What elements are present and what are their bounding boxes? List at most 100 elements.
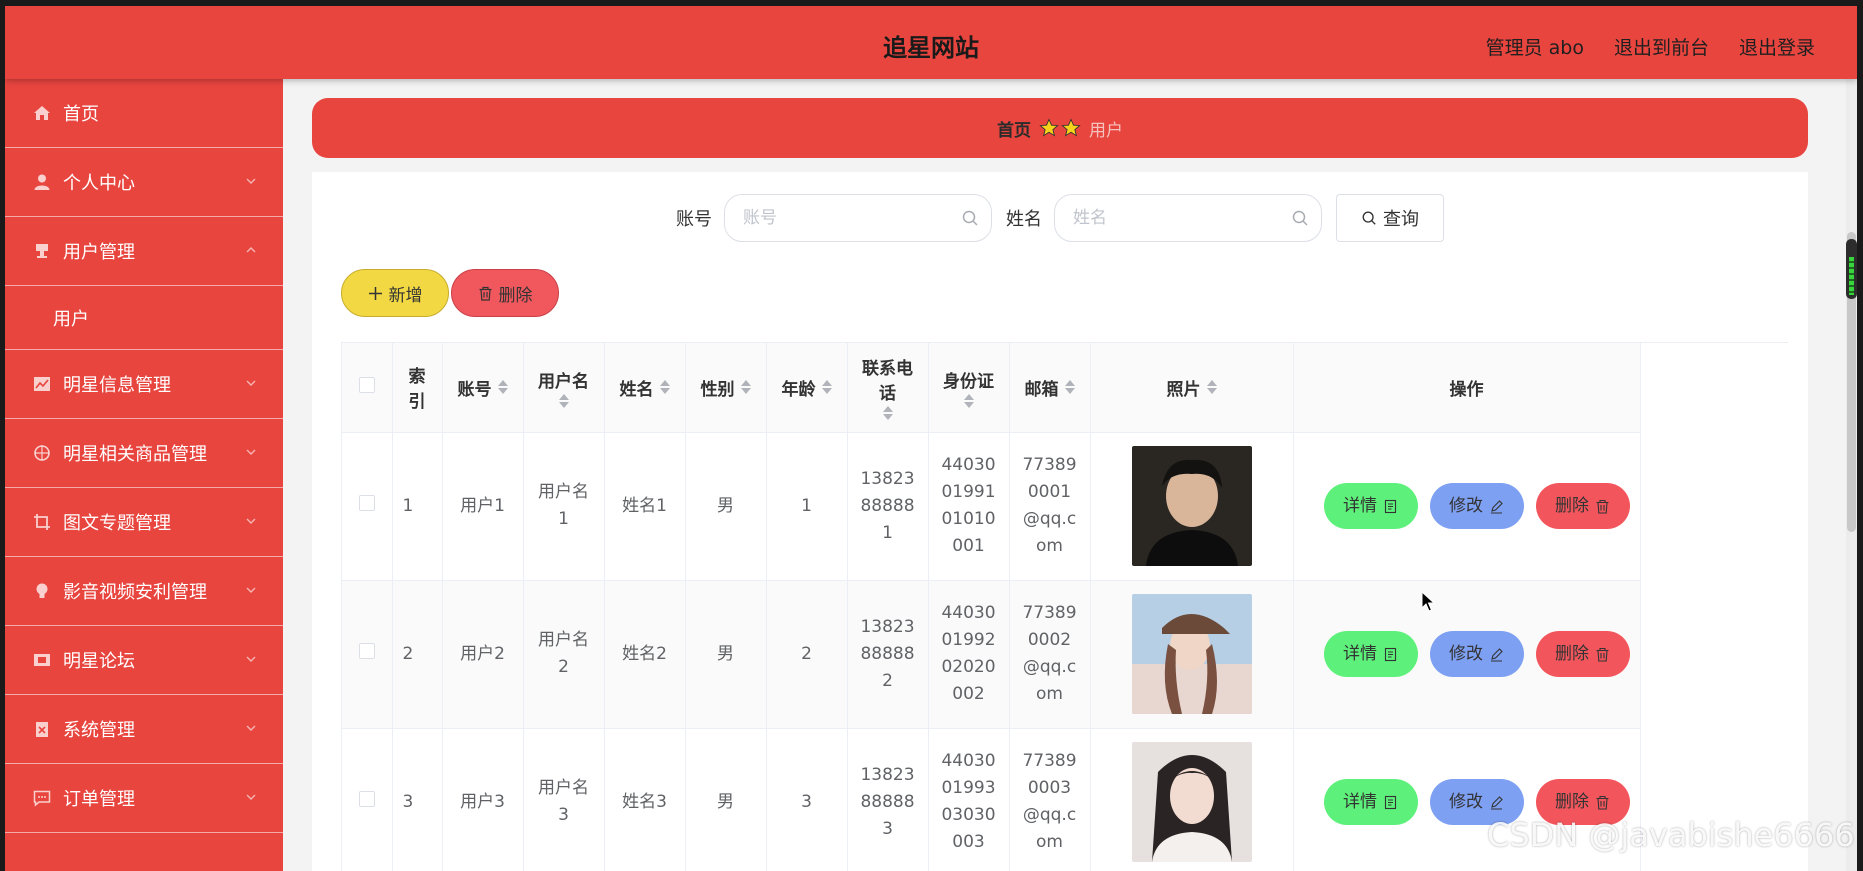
row-actions: 详情 修改 删除 xyxy=(1304,631,1630,677)
row-delete-button[interactable]: 删除 xyxy=(1535,483,1630,529)
sort-icon[interactable] xyxy=(1064,380,1075,395)
sidebar-item-forum[interactable]: 明星论坛 xyxy=(5,626,283,695)
sidebar-item-label: 系统管理 xyxy=(63,720,135,741)
select-all-checkbox[interactable] xyxy=(358,376,375,393)
row-checkbox[interactable] xyxy=(358,790,375,807)
column-header-account[interactable]: 账号 xyxy=(442,343,524,433)
exit-to-front-link[interactable]: 退出到前台 xyxy=(1614,33,1709,60)
cell-index: 1 xyxy=(392,432,443,581)
compass-icon xyxy=(33,444,51,462)
sidebar-item-label: 图文专题管理 xyxy=(63,513,171,534)
detail-button[interactable]: 详情 xyxy=(1323,631,1418,677)
trash-icon xyxy=(1596,647,1609,662)
account-search-field xyxy=(724,194,992,242)
add-button[interactable]: 新增 xyxy=(341,269,449,317)
batch-delete-button[interactable]: 删除 xyxy=(451,269,559,317)
app-window: 追星网站 管理员 abo 退出到前台 退出登录 首页 个人中心 用户管理 用户 … xyxy=(5,6,1857,871)
top-header: 追星网站 管理员 abo 退出到前台 退出登录 xyxy=(5,6,1857,79)
column-header-index: 索引 xyxy=(392,343,443,433)
column-header-gender[interactable]: 性别 xyxy=(685,343,767,433)
detail-button[interactable]: 详情 xyxy=(1323,483,1418,529)
column-header-email[interactable]: 邮箱 xyxy=(1009,343,1091,433)
sort-icon[interactable] xyxy=(740,380,751,395)
sort-icon[interactable] xyxy=(882,406,893,421)
sidebar-item-star-info[interactable]: 明星信息管理 xyxy=(5,350,283,419)
detail-button[interactable]: 详情 xyxy=(1323,779,1418,825)
user-table: 索引 账号 用户名 姓名 性别 年龄 联系电话 身份证 邮箱 照片 操作 1 用… xyxy=(341,342,1788,871)
cell-age: 2 xyxy=(766,580,848,729)
edit-button[interactable]: 修改 xyxy=(1429,631,1524,677)
user-photo[interactable] xyxy=(1131,446,1252,566)
plus-icon xyxy=(368,286,382,300)
search-icon xyxy=(962,210,978,226)
podium-icon xyxy=(33,242,51,260)
sort-icon[interactable] xyxy=(963,393,974,408)
breadcrumb-separator xyxy=(1039,118,1081,138)
content-panel: 账号 姓名 查询 新增 xyxy=(312,172,1808,871)
star-icon xyxy=(1039,118,1059,137)
column-header-age[interactable]: 年龄 xyxy=(766,343,848,433)
row-checkbox[interactable] xyxy=(358,642,375,659)
chevron-down-icon xyxy=(246,518,256,524)
sort-icon[interactable] xyxy=(821,380,832,395)
edit-button[interactable]: 修改 xyxy=(1429,483,1524,529)
page-scrollbar[interactable] xyxy=(1846,79,1857,871)
sort-icon[interactable] xyxy=(558,393,569,408)
cell-email: 773890001@qq.com xyxy=(1009,432,1091,581)
breadcrumb-current: 用户 xyxy=(1089,120,1123,141)
row-checkbox[interactable] xyxy=(358,494,375,511)
column-header-phone[interactable]: 联系电话 xyxy=(847,343,929,433)
chat-icon xyxy=(33,789,51,807)
cell-phone: 13823888881 xyxy=(847,432,929,581)
sort-icon[interactable] xyxy=(1206,380,1217,395)
sort-icon[interactable] xyxy=(497,380,508,395)
sidebar-item-orders[interactable]: 订单管理 xyxy=(5,764,283,833)
cell-username: 用户名1 xyxy=(523,432,605,581)
cell-email: 773890002@qq.com xyxy=(1009,580,1091,729)
column-header-id-card[interactable]: 身份证 xyxy=(928,343,1010,433)
chevron-down-icon xyxy=(246,587,256,593)
pencil-icon xyxy=(1491,499,1503,514)
sidebar-item-star-products[interactable]: 明星相关商品管理 xyxy=(5,419,283,488)
sidebar-item-topics[interactable]: 图文专题管理 xyxy=(5,488,283,557)
document-icon xyxy=(1384,647,1397,661)
sidebar-item-label: 明星信息管理 xyxy=(63,375,171,396)
batch-delete-button-label: 删除 xyxy=(498,285,533,306)
column-header-username[interactable]: 用户名 xyxy=(523,343,605,433)
sidebar-item-home[interactable]: 首页 xyxy=(5,79,283,148)
admin-username: 管理员 abo xyxy=(1485,37,1584,59)
sidebar-subitem-users[interactable]: 用户 xyxy=(5,286,283,350)
sort-icon[interactable] xyxy=(659,380,670,395)
sidebar-item-label: 用户管理 xyxy=(63,242,135,263)
cell-username: 用户名2 xyxy=(523,580,605,729)
sidebar-item-video-recommend[interactable]: 影音视频安利管理 xyxy=(5,557,283,626)
breadcrumb-home[interactable]: 首页 xyxy=(997,116,1031,141)
cell-name: 姓名3 xyxy=(604,728,686,871)
sidebar-item-system[interactable]: 系统管理 xyxy=(5,695,283,764)
sidebar-menu: 首页 个人中心 用户管理 用户 明星信息管理 明星相关商品管理 图文专题管理 影… xyxy=(5,79,283,871)
trash-icon xyxy=(1596,499,1609,514)
row-delete-button[interactable]: 删除 xyxy=(1535,631,1630,677)
user-photo[interactable] xyxy=(1131,594,1252,714)
cell-gender: 男 xyxy=(685,580,767,729)
name-input[interactable] xyxy=(1055,195,1321,241)
main-content: 首页 用户 账号 姓名 查询 xyxy=(283,79,1851,871)
trash-icon xyxy=(479,286,491,301)
breadcrumb: 首页 用户 xyxy=(312,98,1808,158)
cell-age: 3 xyxy=(766,728,848,871)
column-header-name[interactable]: 姓名 xyxy=(604,343,686,433)
account-input[interactable] xyxy=(725,195,991,241)
logout-link[interactable]: 退出登录 xyxy=(1739,33,1815,60)
sidebar-item-label: 明星论坛 xyxy=(63,651,135,672)
sidebar-item-user-management[interactable]: 用户管理 xyxy=(5,217,283,286)
cell-account: 用户2 xyxy=(442,580,524,729)
chevron-down-icon xyxy=(246,178,256,184)
column-header-photo[interactable]: 照片 xyxy=(1090,343,1294,433)
header-links: 管理员 abo 退出到前台 退出登录 xyxy=(1486,33,1815,60)
user-photo[interactable] xyxy=(1131,742,1252,862)
pencil-icon xyxy=(1491,795,1503,810)
cell-email: 773890003@qq.com xyxy=(1009,728,1091,871)
sidebar-item-personal-center[interactable]: 个人中心 xyxy=(5,148,283,217)
query-button[interactable]: 查询 xyxy=(1336,194,1444,242)
column-header-ops: 操作 xyxy=(1293,343,1641,433)
